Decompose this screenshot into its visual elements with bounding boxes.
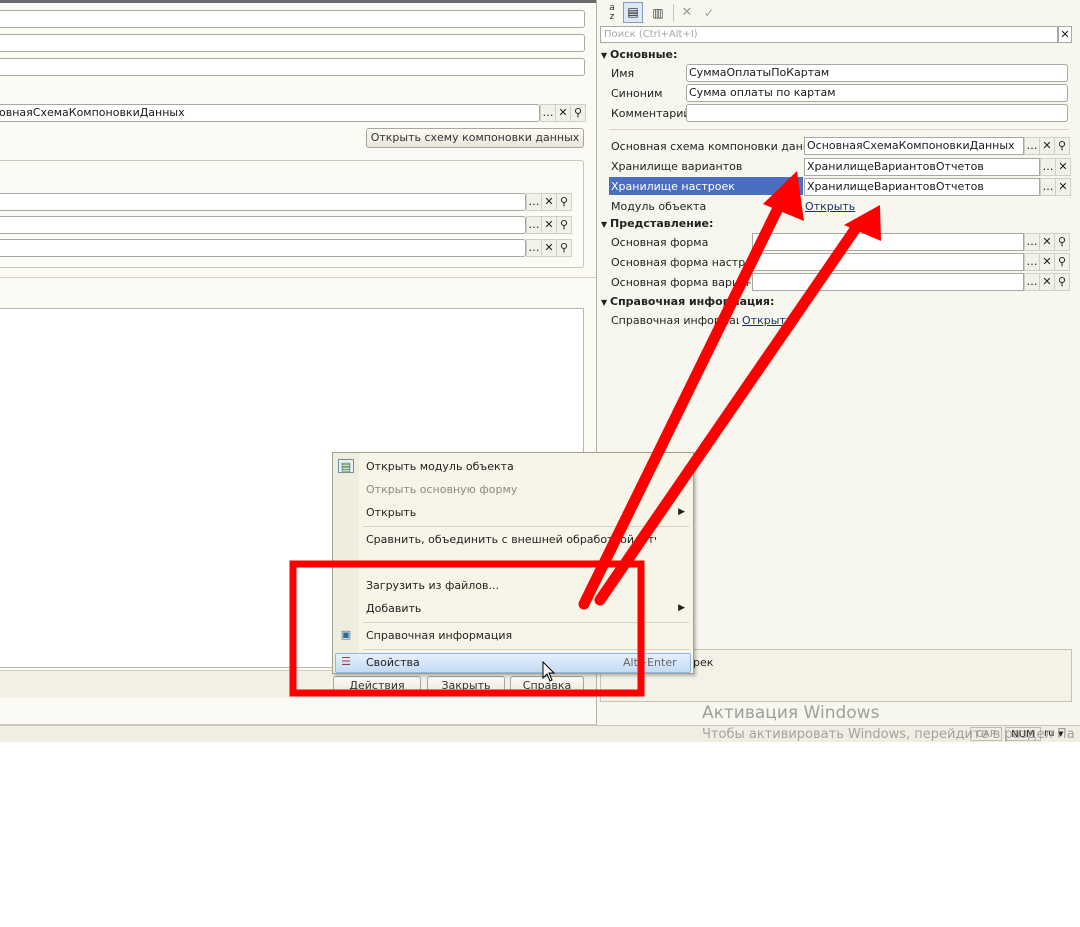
annotation-arrow-line-2 — [594, 219, 864, 606]
annotation-arrowhead-1 — [763, 171, 804, 221]
annotation-overlay — [289, 171, 881, 697]
annotation-arrow-line-1 — [578, 194, 788, 610]
